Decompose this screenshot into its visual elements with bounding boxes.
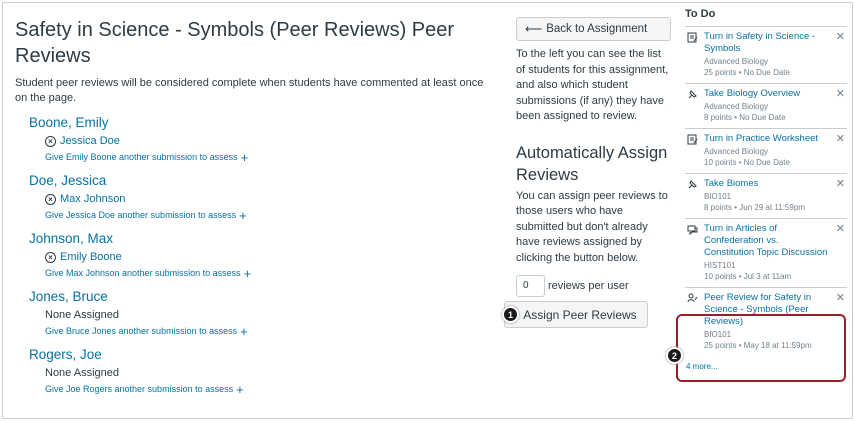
close-icon[interactable]: ✕ [836, 291, 845, 304]
right-panel: ⟵ Back to Assignment To the left you can… [516, 17, 671, 297]
todo-item-course: BIO101 [704, 192, 732, 201]
student-entry: Doe, Jessica × Max Johnson Give Jessica … [29, 172, 495, 222]
quiz-icon [686, 89, 698, 103]
student-entry: Rogers, Joe None Assigned Give Joe Roger… [29, 346, 495, 396]
todo-item-meta: 10 points • No Due Date [704, 158, 790, 167]
todo-item-meta: 25 points • No Due Date [704, 68, 790, 77]
assign-peer-reviews-button[interactable]: Assign Peer Reviews [504, 301, 648, 328]
todo-item-link[interactable]: Turn in Articles of Confederation vs. Co… [704, 223, 831, 259]
give-another-label[interactable]: Give Bruce Jones another submission to a… [45, 325, 237, 338]
delete-reviewer-icon[interactable]: × [45, 136, 56, 147]
peer-review-icon [686, 293, 698, 307]
main-content: Safety in Science - Symbols (Peer Review… [15, 17, 495, 396]
auto-assign-title: Automatically Assign Reviews [516, 143, 668, 184]
assigned-reviewer-name: None Assigned [45, 309, 119, 321]
todo-item-meta: 8 points • Jun 29 at 11:59pm [704, 203, 805, 212]
reviews-per-user-row: 0 reviews per user [516, 275, 671, 297]
todo-item-link[interactable]: Turn in Practice Worksheet [704, 133, 831, 145]
close-icon[interactable]: ✕ [836, 177, 845, 190]
assigned-reviewer[interactable]: × Max Johnson [45, 192, 495, 207]
assigned-reviewer[interactable]: × Jessica Doe [45, 134, 495, 149]
callout-badge-2: 2 [666, 347, 683, 364]
todo-item: Take Biology Overview Advanced Biology 8… [685, 83, 847, 128]
close-icon[interactable]: ✕ [836, 222, 845, 235]
plus-icon[interactable]: + [240, 325, 248, 338]
give-another-link[interactable]: Give Bruce Jones another submission to a… [45, 325, 495, 338]
student-entry: Johnson, Max × Emily Boone Give Max John… [29, 230, 495, 280]
todo-list: Turn in Safety in Science - Symbols Adva… [685, 26, 847, 356]
assigned-reviewer-name[interactable]: Jessica Doe [60, 134, 120, 149]
student-entry: Jones, Bruce None Assigned Give Bruce Jo… [29, 288, 495, 338]
todo-item-link[interactable]: Take Biology Overview [704, 88, 831, 100]
page-frame: Safety in Science - Symbols (Peer Review… [2, 2, 853, 419]
plus-icon[interactable]: + [239, 209, 247, 222]
todo-item-meta: 8 points • No Due Date [704, 113, 786, 122]
close-icon[interactable]: ✕ [836, 30, 845, 43]
assigned-reviewer[interactable]: × Emily Boone [45, 250, 495, 265]
student-name-link[interactable]: Jones, Bruce [29, 288, 495, 306]
give-another-label[interactable]: Give Max Johnson another submission to a… [45, 267, 241, 280]
delete-reviewer-icon[interactable]: × [45, 252, 56, 263]
give-another-label[interactable]: Give Joe Rogers another submission to as… [45, 383, 233, 396]
assigned-reviewer: None Assigned [45, 366, 495, 381]
assigned-reviewer: None Assigned [45, 308, 495, 323]
todo-item-link[interactable]: Turn in Safety in Science - Symbols [704, 31, 831, 55]
close-icon[interactable]: ✕ [836, 87, 845, 100]
todo-item-course: HIST101 [704, 261, 736, 270]
todo-item-link[interactable]: Take Biomes [704, 178, 831, 190]
todo-item: Take Biomes BIO101 8 points • Jun 29 at … [685, 173, 847, 218]
plus-icon[interactable]: + [236, 383, 244, 396]
give-another-link[interactable]: Give Joe Rogers another submission to as… [45, 383, 495, 396]
arrow-left-icon: ⟵ [525, 22, 543, 36]
todo-item: Turn in Practice Worksheet Advanced Biol… [685, 128, 847, 173]
student-entry: Boone, Emily × Jessica Doe Give Emily Bo… [29, 114, 495, 164]
todo-item-course: Advanced Biology [704, 147, 769, 156]
assigned-reviewer-name: None Assigned [45, 367, 119, 379]
assignment-icon [686, 32, 698, 46]
student-list: Boone, Emily × Jessica Doe Give Emily Bo… [15, 114, 495, 396]
todo-item-course: Advanced Biology [704, 57, 769, 66]
back-to-assignment-button[interactable]: ⟵ Back to Assignment [516, 17, 671, 41]
todo-item: Turn in Safety in Science - Symbols Adva… [685, 26, 847, 83]
auto-assign-text: You can assign peer reviews to those use… [516, 189, 668, 264]
student-name-link[interactable]: Boone, Emily [29, 114, 495, 132]
give-another-label[interactable]: Give Emily Boone another submission to a… [45, 151, 238, 164]
assigned-reviewer-name[interactable]: Max Johnson [60, 192, 125, 207]
discussion-icon [686, 224, 698, 238]
delete-reviewer-icon[interactable]: × [45, 194, 56, 205]
student-name-link[interactable]: Doe, Jessica [29, 172, 495, 190]
give-another-link[interactable]: Give Jessica Doe another submission to a… [45, 209, 495, 222]
todo-title: To Do [685, 8, 716, 20]
give-another-link[interactable]: Give Emily Boone another submission to a… [45, 151, 495, 164]
page-description: Student peer reviews will be considered … [15, 77, 484, 104]
give-another-link[interactable]: Give Max Johnson another submission to a… [45, 267, 495, 280]
assignment-icon [686, 134, 698, 148]
callout-badge-1: 1 [502, 306, 519, 323]
back-to-assignment-label: Back to Assignment [546, 23, 648, 35]
intro-text: To the left you can see the list of stud… [516, 48, 669, 122]
student-name-link[interactable]: Rogers, Joe [29, 346, 495, 364]
plus-icon[interactable]: + [241, 151, 249, 164]
plus-icon[interactable]: + [244, 267, 252, 280]
page-title: Safety in Science - Symbols (Peer Review… [15, 19, 455, 67]
student-name-link[interactable]: Johnson, Max [29, 230, 495, 248]
give-another-label[interactable]: Give Jessica Doe another submission to a… [45, 209, 236, 222]
reviews-per-user-input[interactable]: 0 [516, 275, 545, 297]
todo-item-meta: 10 points • Jul 3 at 11am [704, 272, 792, 281]
assigned-reviewer-name[interactable]: Emily Boone [60, 250, 122, 265]
todo-item: Turn in Articles of Confederation vs. Co… [685, 218, 847, 287]
quiz-icon [686, 179, 698, 193]
todo-item-course: Advanced Biology [704, 102, 769, 111]
highlight-box [676, 314, 846, 382]
reviews-per-user-label: reviews per user [548, 280, 629, 292]
close-icon[interactable]: ✕ [836, 132, 845, 145]
